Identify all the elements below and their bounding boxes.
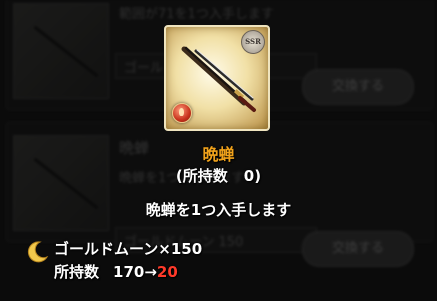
fire-element-icon bbox=[172, 103, 192, 123]
item-name: 晩蝉 bbox=[202, 145, 235, 164]
cost-count-before: 170→ bbox=[113, 263, 157, 281]
gold-moon-icon bbox=[27, 241, 49, 263]
owned-label: (所持数 bbox=[175, 167, 228, 185]
item-description: 晩蝉を1つ入手します bbox=[145, 201, 292, 219]
cost-owned-count: 所持数 170→20 bbox=[54, 261, 178, 282]
owned-value: 0) bbox=[243, 167, 262, 185]
item-card: SSR bbox=[164, 25, 270, 131]
cost-label: ゴールドムーン×150 bbox=[54, 240, 203, 258]
cost-count-label: 所持数 bbox=[54, 263, 100, 281]
ssr-rarity-badge: SSR bbox=[241, 30, 265, 54]
item-owned-count: (所持数 0) bbox=[0, 165, 437, 186]
cost-count-after: 20 bbox=[156, 263, 178, 281]
